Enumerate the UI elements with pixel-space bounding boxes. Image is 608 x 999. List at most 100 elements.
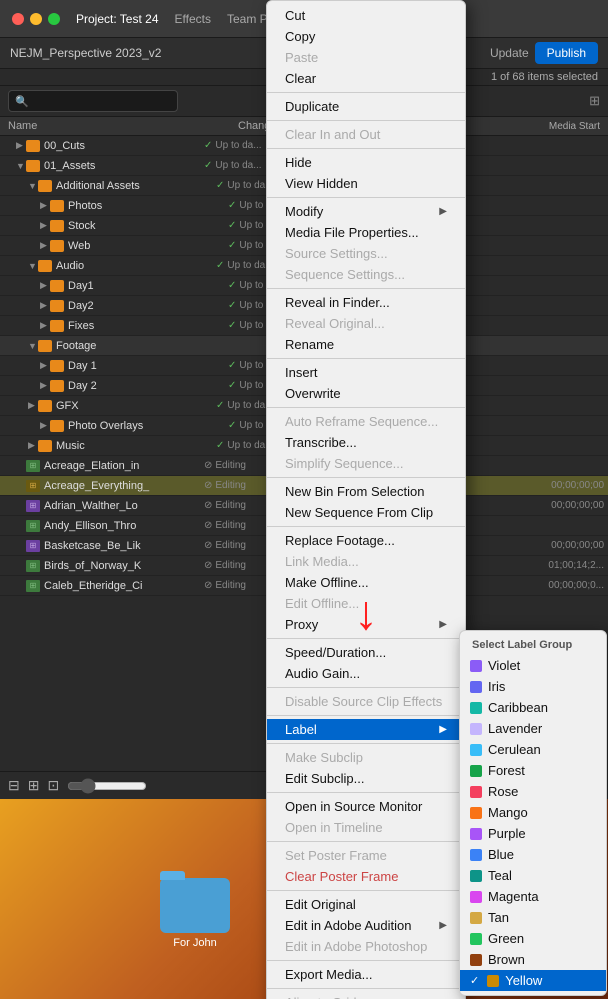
menu-paste[interactable]: Paste — [267, 47, 465, 68]
menu-edit-original[interactable]: Edit Original — [267, 894, 465, 915]
menu-edit-audition[interactable]: Edit in Adobe Audition ▶ — [267, 915, 465, 936]
menu-replace-footage[interactable]: Replace Footage... — [267, 530, 465, 551]
menu-export-media[interactable]: Export Media... — [267, 964, 465, 985]
context-menu: Cut Copy Paste Clear Duplicate Clear In … — [266, 0, 466, 999]
menu-clear-poster[interactable]: Clear Poster Frame — [267, 866, 465, 887]
menu-clear-in-out[interactable]: Clear In and Out — [267, 124, 465, 145]
color-dot-brown — [470, 954, 482, 966]
label-item-forest[interactable]: Forest — [460, 760, 606, 781]
menu-edit-subclip[interactable]: Edit Subclip... — [267, 768, 465, 789]
menu-edit-photoshop[interactable]: Edit in Adobe Photoshop — [267, 936, 465, 957]
color-dot-mango — [470, 807, 482, 819]
folder-icon — [50, 380, 64, 392]
app-window: Project: Test 24 Effects Team Project: N… — [0, 0, 608, 999]
label-item-tan[interactable]: Tan — [460, 907, 606, 928]
label-item-lavender[interactable]: Lavender — [460, 718, 606, 739]
menu-copy[interactable]: Copy — [267, 26, 465, 47]
menu-auto-reframe[interactable]: Auto Reframe Sequence... — [267, 411, 465, 432]
menu-cut[interactable]: Cut — [267, 5, 465, 26]
icon-freeform[interactable]: ⊡ — [47, 777, 59, 794]
folder-icon — [50, 240, 64, 252]
icon-grid-view[interactable]: ⊞ — [28, 777, 40, 794]
label-item-green[interactable]: Green — [460, 928, 606, 949]
folder-for-john[interactable]: For John — [160, 878, 230, 949]
menu-source-settings[interactable]: Source Settings... — [267, 243, 465, 264]
menu-reveal-original[interactable]: Reveal Original... — [267, 313, 465, 334]
clip-icon: ⊞ — [26, 560, 40, 572]
separator — [267, 792, 465, 793]
color-dot-rose — [470, 786, 482, 798]
menu-speed-duration[interactable]: Speed/Duration... — [267, 642, 465, 663]
icon-list-view[interactable]: ⊟ — [8, 777, 20, 794]
minimize-button[interactable] — [30, 13, 42, 25]
clip-icon: ⊞ — [26, 480, 40, 492]
menu-set-poster[interactable]: Set Poster Frame — [267, 845, 465, 866]
label-item-teal[interactable]: Teal — [460, 865, 606, 886]
zoom-button[interactable] — [48, 13, 60, 25]
label-item-cerulean[interactable]: Cerulean — [460, 739, 606, 760]
folder-icon — [50, 320, 64, 332]
items-count: 1 of 68 items selected — [491, 71, 598, 83]
label-item-purple[interactable]: Purple — [460, 823, 606, 844]
menu-view-hidden[interactable]: View Hidden — [267, 173, 465, 194]
clip-icon: ⊞ — [26, 540, 40, 552]
publish-button[interactable]: Publish — [535, 42, 598, 64]
menu-duplicate[interactable]: Duplicate — [267, 96, 465, 117]
menu-make-subclip[interactable]: Make Subclip — [267, 747, 465, 768]
menu-new-sequence[interactable]: New Sequence From Clip — [267, 502, 465, 523]
separator — [267, 687, 465, 688]
separator — [267, 148, 465, 149]
separator — [267, 197, 465, 198]
menu-align-grid[interactable]: Align to Grid — [267, 992, 465, 999]
tab-project[interactable]: Project: Test 24 — [76, 12, 159, 26]
close-button[interactable] — [12, 13, 24, 25]
menu-open-source[interactable]: Open in Source Monitor — [267, 796, 465, 817]
folder-icon — [50, 360, 64, 372]
zoom-slider[interactable] — [67, 778, 147, 794]
menu-insert[interactable]: Insert — [267, 362, 465, 383]
label-item-magenta[interactable]: Magenta — [460, 886, 606, 907]
menu-new-bin[interactable]: New Bin From Selection — [267, 481, 465, 502]
separator — [267, 743, 465, 744]
menu-media-file-props[interactable]: Media File Properties... — [267, 222, 465, 243]
menu-sequence-settings[interactable]: Sequence Settings... — [267, 264, 465, 285]
menu-reveal-finder[interactable]: Reveal in Finder... — [267, 292, 465, 313]
color-dot-blue — [470, 849, 482, 861]
label-item-brown[interactable]: Brown — [460, 949, 606, 970]
menu-overwrite[interactable]: Overwrite — [267, 383, 465, 404]
folder-icon — [38, 440, 52, 452]
clip-icon: ⊞ — [26, 520, 40, 532]
update-button[interactable]: Update — [490, 46, 529, 60]
menu-open-timeline[interactable]: Open in Timeline — [267, 817, 465, 838]
menu-link-media[interactable]: Link Media... — [267, 551, 465, 572]
menu-audio-gain[interactable]: Audio Gain... — [267, 663, 465, 684]
label-item-rose[interactable]: Rose — [460, 781, 606, 802]
color-dot-green — [470, 933, 482, 945]
separator — [267, 477, 465, 478]
menu-disable-source[interactable]: Disable Source Clip Effects — [267, 691, 465, 712]
label-item-violet[interactable]: Violet — [460, 655, 606, 676]
label-item-mango[interactable]: Mango — [460, 802, 606, 823]
tab-effects[interactable]: Effects — [175, 12, 211, 26]
menu-hide[interactable]: Hide — [267, 152, 465, 173]
menu-clear[interactable]: Clear — [267, 68, 465, 89]
menu-label[interactable]: Label ▶ — [267, 719, 465, 740]
search-input[interactable]: 🔍 — [8, 90, 178, 112]
col-header-name: Name — [8, 120, 208, 132]
label-item-iris[interactable]: Iris — [460, 676, 606, 697]
color-dot-tan — [470, 912, 482, 924]
label-item-yellow[interactable]: ✓ Yellow — [460, 970, 606, 991]
menu-transcribe[interactable]: Transcribe... — [267, 432, 465, 453]
menu-rename[interactable]: Rename — [267, 334, 465, 355]
label-item-blue[interactable]: Blue — [460, 844, 606, 865]
separator — [267, 988, 465, 989]
folder-icon — [38, 260, 52, 272]
menu-simplify[interactable]: Simplify Sequence... — [267, 453, 465, 474]
folder-icon — [38, 400, 52, 412]
separator — [267, 841, 465, 842]
label-item-caribbean[interactable]: Caribbean — [460, 697, 606, 718]
folder-icon — [50, 200, 64, 212]
separator — [267, 715, 465, 716]
color-dot-iris — [470, 681, 482, 693]
menu-modify[interactable]: Modify ▶ — [267, 201, 465, 222]
